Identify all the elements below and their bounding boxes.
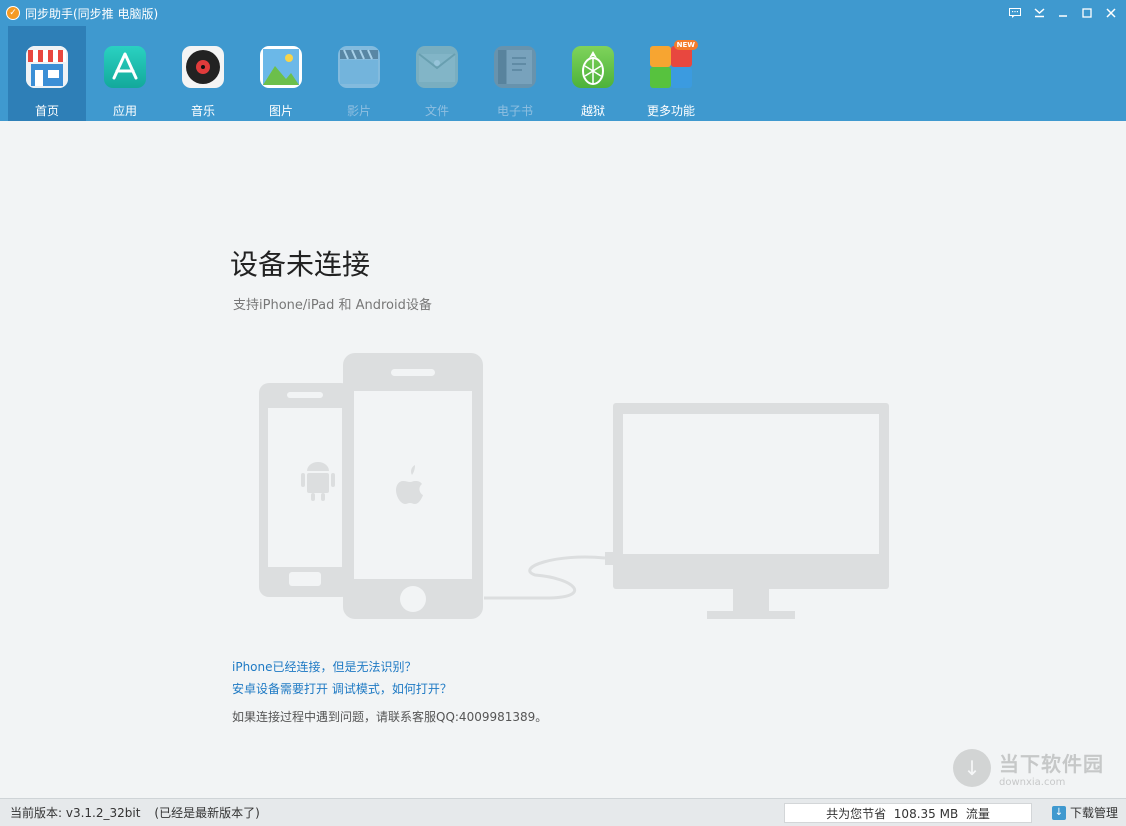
ebook-icon bbox=[494, 46, 536, 88]
app-store-icon bbox=[104, 46, 146, 88]
tab-jailbreak[interactable]: 越狱 bbox=[554, 26, 632, 121]
music-disc-icon bbox=[182, 46, 224, 88]
tab-pictures-label: 图片 bbox=[268, 104, 293, 118]
pineapple-icon bbox=[572, 46, 614, 88]
tab-jailbreak-label: 越狱 bbox=[580, 104, 605, 118]
minimize-icon[interactable] bbox=[1054, 4, 1072, 22]
traffic-saved-box: 共为您节省 108.35 MB 流量 bbox=[784, 803, 1032, 823]
tab-home-label: 首页 bbox=[34, 104, 59, 118]
home-store-icon bbox=[26, 46, 68, 88]
tab-videos-label: 影片 bbox=[346, 104, 371, 118]
tab-more-features-label: 更多功能 bbox=[646, 104, 695, 118]
android-debug-mode-link[interactable]: 安卓设备需要打开 调试模式，如何打开？ bbox=[232, 680, 452, 697]
watermark: ↓ 当下软件园 downxia.com bbox=[953, 748, 1104, 788]
contact-support-text: 如果连接过程中遇到问题，请联系客服QQ:4009981389。 bbox=[232, 710, 548, 724]
main-content: 设备未连接 支持iPhone/iPad 和 Android设备 iPhone已经… bbox=[0, 121, 1126, 798]
new-badge: NEW bbox=[673, 40, 698, 50]
close-icon[interactable] bbox=[1102, 4, 1120, 22]
tab-files[interactable]: 文件 bbox=[398, 26, 476, 121]
menu-icon[interactable] bbox=[1030, 4, 1048, 22]
app-logo-icon: ✓ bbox=[6, 6, 20, 20]
page-title: 设备未连接 bbox=[230, 248, 371, 281]
tab-music-label: 音乐 bbox=[190, 104, 215, 118]
title-bar: ✓ 同步助手(同步推 电脑版) bbox=[0, 0, 1126, 26]
tab-pictures[interactable]: 图片 bbox=[242, 26, 320, 121]
page-subtitle: 支持iPhone/iPad 和 Android设备 bbox=[233, 298, 432, 313]
tab-ebooks-label: 电子书 bbox=[496, 104, 533, 118]
picture-icon bbox=[260, 46, 302, 88]
computer-monitor-icon bbox=[613, 403, 889, 619]
android-phone-icon bbox=[259, 383, 351, 597]
tab-videos[interactable]: 影片 bbox=[320, 26, 398, 121]
tab-files-label: 文件 bbox=[424, 104, 449, 118]
traffic-saved-text: 共为您节省 108.35 MB 流量 bbox=[826, 806, 990, 821]
tab-apps-label: 应用 bbox=[112, 104, 137, 118]
watermark-title: 当下软件园 bbox=[999, 752, 1104, 776]
tab-music[interactable]: 音乐 bbox=[164, 26, 242, 121]
tab-ebooks[interactable]: 电子书 bbox=[476, 26, 554, 121]
download-arrow-icon: ↓ bbox=[953, 749, 991, 787]
tab-home[interactable]: 首页 bbox=[8, 26, 86, 121]
device-connection-illustration bbox=[259, 353, 889, 621]
watermark-url: downxia.com bbox=[999, 777, 1066, 788]
feedback-icon[interactable] bbox=[1006, 4, 1024, 22]
iphone-not-recognized-link[interactable]: iPhone已经连接，但是无法识别？ bbox=[232, 658, 417, 675]
usb-cable bbox=[484, 555, 606, 600]
more-features-icon: NEW bbox=[650, 40, 698, 88]
tab-more-features[interactable]: NEW 更多功能 bbox=[632, 26, 710, 121]
status-bar: 当前版本: v3.1.2_32bit (已经是最新版本了) 共为您节省 108.… bbox=[0, 798, 1126, 826]
version-text: 当前版本: v3.1.2_32bit bbox=[10, 806, 141, 820]
version-note: (已经是最新版本了) bbox=[154, 806, 260, 820]
maximize-icon[interactable] bbox=[1078, 4, 1096, 22]
iphone-icon bbox=[343, 353, 485, 621]
window-title: 同步助手(同步推 电脑版) bbox=[25, 6, 159, 21]
download-manager-label: 下载管理 bbox=[1069, 806, 1118, 820]
video-clapper-icon bbox=[338, 46, 380, 88]
tab-apps[interactable]: 应用 bbox=[86, 26, 164, 121]
file-folder-icon bbox=[416, 46, 458, 88]
download-manager-button[interactable]: ↓ 下载管理 bbox=[1051, 804, 1118, 821]
main-toolbar: 首页 应用 音乐 图片 影片 文件 电子书 越狱 NEW 更多功能 bbox=[0, 26, 1126, 121]
download-icon: ↓ bbox=[1051, 805, 1066, 820]
window-controls bbox=[1006, 0, 1120, 26]
